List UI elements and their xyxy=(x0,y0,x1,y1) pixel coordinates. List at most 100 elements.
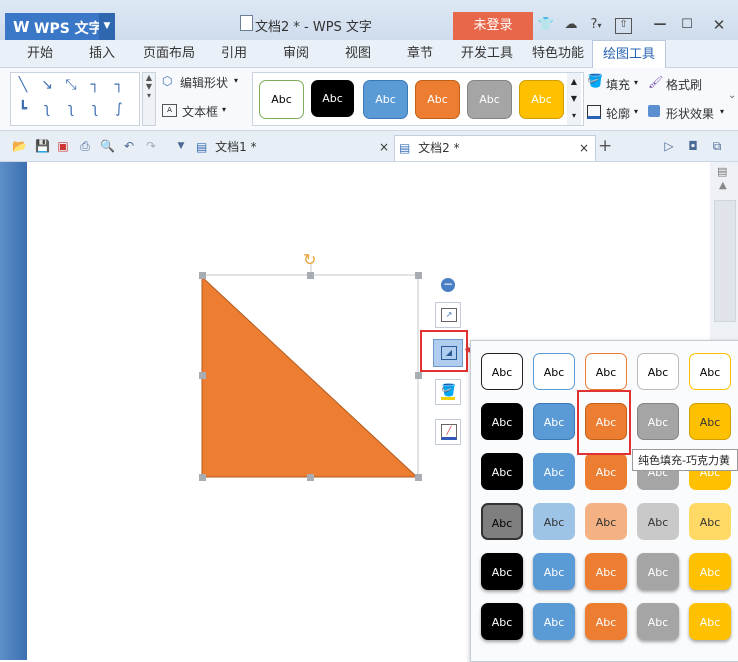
style-option-black[interactable]: Abc xyxy=(311,80,354,117)
palette-style-cell[interactable]: Abc xyxy=(481,553,523,590)
style-option-orange[interactable]: Abc xyxy=(415,80,460,119)
elbow-double-arrow-icon[interactable]: ┗ xyxy=(13,99,33,119)
fill-button[interactable]: 填充 xyxy=(606,76,630,93)
resize-handle[interactable] xyxy=(307,272,314,279)
wps-menu-button[interactable]: W WPS 文字 ▼ xyxy=(5,13,115,40)
palette-style-cell[interactable]: Abc xyxy=(481,603,523,640)
tab-chapter[interactable]: 章节 xyxy=(398,40,442,67)
palette-style-cell[interactable]: Abc xyxy=(689,603,731,640)
palette-style-cell[interactable]: Abc xyxy=(637,603,679,640)
curved-double-arrow-icon[interactable]: ʅ xyxy=(85,99,105,119)
scroll-thumb[interactable] xyxy=(714,200,736,322)
print-icon[interactable]: ⎙ xyxy=(78,139,92,153)
maximize-icon[interactable]: ☐ xyxy=(677,15,697,35)
redo-icon[interactable]: ↷ xyxy=(144,139,158,153)
palette-style-cell[interactable]: Abc xyxy=(533,453,575,490)
close-icon[interactable]: ✕ xyxy=(709,15,729,35)
gallery-scroll[interactable]: ▲ ▼ ▾ xyxy=(142,72,156,126)
palette-style-cell[interactable]: Abc xyxy=(481,353,523,390)
palette-style-cell[interactable]: Abc xyxy=(481,503,523,540)
palette-style-cell[interactable]: Abc xyxy=(689,503,731,540)
palette-style-cell[interactable]: Abc xyxy=(533,503,575,540)
restore-window-icon[interactable]: ⇧ xyxy=(615,18,632,34)
textbox-button[interactable]: 文本框 xyxy=(182,103,218,120)
double-arrow-line-icon[interactable]: ⤡ xyxy=(61,75,81,95)
palette-style-cell[interactable]: Abc xyxy=(637,403,679,440)
palette-style-cell[interactable]: Abc xyxy=(637,553,679,590)
triangle-shape-canvas[interactable] xyxy=(190,250,430,490)
tab-features[interactable]: 特色功能 xyxy=(527,40,589,67)
palette-style-cell[interactable]: Abc xyxy=(689,553,731,590)
chevron-down-icon[interactable]: ▾ xyxy=(634,78,638,87)
curve-icon[interactable]: ∫ xyxy=(109,99,129,119)
resize-handle[interactable] xyxy=(199,474,206,481)
chevron-down-icon[interactable]: ▾ xyxy=(720,107,724,116)
doc-tab-2[interactable]: ▤ 文档2 * × xyxy=(394,135,596,161)
style-option-gold[interactable]: Abc xyxy=(519,80,564,119)
palette-style-cell[interactable]: Abc xyxy=(533,403,575,440)
outline-button[interactable]: 轮廓 xyxy=(606,105,630,122)
feedback-chat-icon[interactable]: ☁ xyxy=(561,15,581,35)
palette-style-cell[interactable]: Abc xyxy=(481,403,523,440)
elbow-arrow-connector-icon[interactable]: ┐ xyxy=(109,75,129,95)
palette-style-cell[interactable]: Abc xyxy=(533,353,575,390)
undo-icon[interactable]: ↶ xyxy=(122,139,136,153)
close-tab-icon[interactable]: × xyxy=(379,135,389,160)
shape-style-button[interactable]: ◢ xyxy=(433,339,463,367)
curved-arrow-connector-icon[interactable]: ʅ xyxy=(61,99,81,119)
palette-style-cell[interactable]: Abc xyxy=(533,553,575,590)
close-tab-icon[interactable]: × xyxy=(579,136,589,161)
line-shape-icon[interactable]: ╲ xyxy=(13,75,33,95)
resize-handle[interactable] xyxy=(415,272,422,279)
scroll-up-icon[interactable]: ▲ xyxy=(719,180,727,191)
tab-review[interactable]: 审阅 xyxy=(274,40,318,67)
resize-handle[interactable] xyxy=(199,272,206,279)
style-option-gray[interactable]: Abc xyxy=(467,80,512,119)
resize-handle[interactable] xyxy=(415,372,422,379)
palette-style-cell[interactable]: Abc xyxy=(585,553,627,590)
share-icon[interactable]: ⧉ xyxy=(710,139,724,153)
skin-shirt-icon[interactable]: 👕 xyxy=(536,15,556,35)
help-button[interactable]: ?▾ xyxy=(585,15,607,35)
chevron-down-icon[interactable]: ▾ xyxy=(634,107,638,116)
palette-style-cell[interactable]: Abc xyxy=(585,503,627,540)
palette-style-cell[interactable]: Abc xyxy=(637,503,679,540)
tab-start[interactable]: 开始 xyxy=(18,40,62,67)
tab-insert[interactable]: 插入 xyxy=(80,40,124,67)
doc-tab-1[interactable]: ▤ 文档1 * × xyxy=(196,135,392,160)
collapse-icon[interactable]: − xyxy=(441,278,455,292)
palette-style-cell[interactable]: Abc xyxy=(585,353,627,390)
style-option-white[interactable]: Abc xyxy=(259,80,304,119)
tab-developer[interactable]: 开发工具 xyxy=(456,40,518,67)
shape-effects-button[interactable]: 形状效果 xyxy=(666,105,714,122)
style-gallery-scroll[interactable]: ▲ ▼ ▾ xyxy=(567,73,581,125)
chevron-down-icon[interactable]: ▼ xyxy=(99,13,115,40)
outline-color-button[interactable]: ╱ xyxy=(435,419,461,445)
tab-drawing-tools[interactable]: 绘图工具 xyxy=(592,40,666,68)
login-button[interactable]: 未登录 xyxy=(453,12,533,40)
palette-style-cell[interactable]: Abc xyxy=(585,453,627,490)
resize-handle[interactable] xyxy=(415,474,422,481)
page-up-icon[interactable]: ▤ xyxy=(717,165,727,178)
save-icon[interactable]: 💾 xyxy=(35,139,50,153)
format-painter-button[interactable]: 格式刷 xyxy=(666,76,702,93)
rotate-handle-icon[interactable]: ↻ xyxy=(303,250,316,269)
resize-handle[interactable] xyxy=(307,474,314,481)
reading-mode-icon[interactable]: ▷ xyxy=(662,139,676,153)
arrow-line-icon[interactable]: ↘ xyxy=(37,75,57,95)
tab-references[interactable]: 引用 xyxy=(212,40,256,67)
edit-shape-button[interactable]: 编辑形状 xyxy=(180,74,228,91)
open-folder-icon[interactable]: 📂 xyxy=(12,139,27,153)
tab-page-layout[interactable]: 页面布局 xyxy=(140,40,198,67)
export-pdf-icon[interactable]: ▣ xyxy=(56,139,70,153)
palette-style-cell[interactable]: Abc xyxy=(481,453,523,490)
palette-style-cell[interactable]: Abc xyxy=(689,403,731,440)
triangle-shape[interactable] xyxy=(201,275,419,478)
palette-style-cell[interactable]: Abc xyxy=(637,353,679,390)
palette-style-cell[interactable]: Abc xyxy=(533,603,575,640)
new-tab-button[interactable]: + xyxy=(598,136,612,156)
style-option-blue[interactable]: Abc xyxy=(363,80,408,119)
curved-connector-icon[interactable]: ʅ xyxy=(37,99,57,119)
chevron-down-icon[interactable]: ▼ xyxy=(174,139,188,153)
palette-style-cell[interactable]: Abc xyxy=(689,353,731,390)
